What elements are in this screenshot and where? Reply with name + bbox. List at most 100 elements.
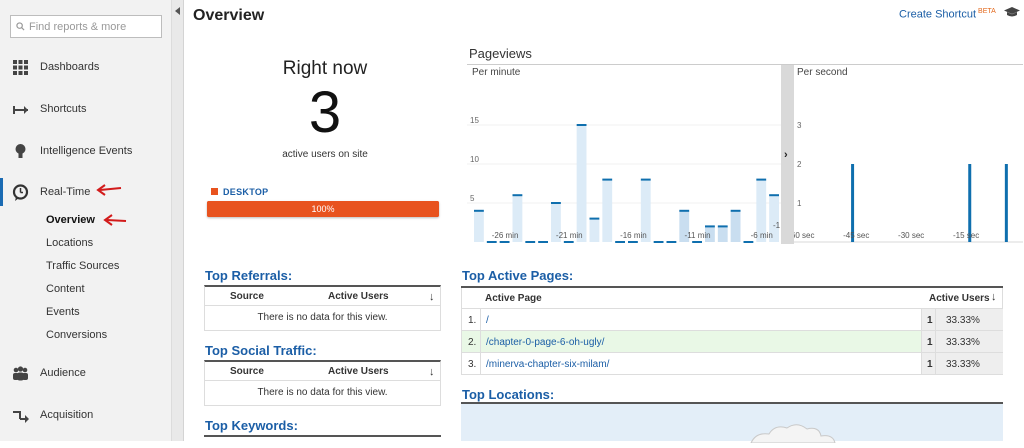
percent-cell: 33.33% [935, 353, 1003, 374]
bar[interactable] [589, 218, 600, 242]
top-active-pages-table: Active Page Active Users ↓ 1. / 1 33.33%… [461, 286, 1003, 375]
cell-divider [480, 309, 481, 330]
bar[interactable] [474, 210, 484, 242]
create-shortcut-link[interactable]: Create Shortcut BETA [899, 8, 996, 21]
device-percent-label: 100% [311, 204, 335, 214]
top-keywords-table [204, 435, 441, 441]
sort-down-icon[interactable]: ↓ [429, 291, 435, 303]
sidebar-collapse-toggle[interactable] [172, 0, 184, 441]
per-second-chart: 1 2 3 -60 sec -45 sec -30 sec -15 sec [794, 121, 1023, 243]
graduation-cap-icon[interactable] [1004, 6, 1020, 18]
top-social-title: Top Social Traffic: [205, 343, 317, 358]
x-tick-label: -16 min [620, 231, 647, 240]
y-tick-label: 15 [470, 116, 479, 125]
top-locations-title: Top Locations: [462, 387, 555, 402]
col-active-page[interactable]: Active Page [485, 293, 542, 304]
row-index: 2. [468, 337, 477, 348]
sidebar-item-acquisition[interactable]: Acquisition [0, 403, 172, 427]
active-users-cell: 1 [921, 331, 935, 352]
x-tick-label: -21 min [556, 231, 583, 240]
sidebar-item-shortcuts[interactable]: Shortcuts [0, 97, 172, 121]
sidebar-item-audience[interactable]: Audience [0, 361, 172, 385]
device-legend: DESKTOP [212, 187, 268, 197]
arrow-shortcut-icon [13, 106, 28, 114]
pageviews-title: Pageviews [469, 46, 532, 61]
bar[interactable] [717, 226, 728, 242]
grid-icon [13, 60, 28, 75]
top-referrals-title: Top Referrals: [205, 268, 293, 283]
page-link[interactable]: /minerva-chapter-six-milam/ [486, 359, 609, 370]
y-tick-label: 1 [797, 199, 802, 208]
sidebar-item-label: Acquisition [40, 409, 94, 421]
bar[interactable] [1004, 164, 1008, 242]
col-active-users[interactable]: Active Users [328, 291, 389, 302]
table-header: Active Page Active Users ↓ [461, 288, 1003, 309]
active-users-subtitle: active users on site [282, 149, 368, 160]
acquisition-arrows-icon [13, 411, 29, 423]
table-header: Source Active Users ↓ [205, 287, 440, 306]
sidebar-item-dashboards[interactable]: Dashboards [0, 55, 172, 79]
bar[interactable] [730, 210, 741, 242]
locations-map[interactable] [461, 402, 1003, 444]
percent-cell: 33.33% [935, 331, 1003, 352]
sort-down-icon[interactable]: ↓ [991, 291, 997, 303]
sidebar-item-label: Real-Time [40, 186, 91, 198]
per-second-label: Per second [797, 67, 848, 78]
sidebar-subitem-events[interactable]: Events [46, 306, 80, 318]
empty-message: There is no data for this view. [257, 312, 388, 323]
empty-message: There is no data for this view. [257, 387, 388, 398]
col-active-users[interactable]: Active Users [929, 293, 990, 304]
top-active-pages-title: Top Active Pages: [462, 268, 574, 283]
x-tick-label: -1 [773, 221, 781, 230]
sidebar-subitem-conversions[interactable]: Conversions [46, 329, 107, 341]
col-source[interactable]: Source [230, 366, 264, 377]
chevron-right-icon: › [784, 149, 788, 161]
sidebar-item-real-time[interactable]: Real-Time [0, 178, 172, 206]
device-progress-bar: 100% [207, 201, 439, 217]
sidebar-item-intelligence-events[interactable]: Intelligence Events [0, 139, 172, 163]
row-index: 1. [468, 315, 477, 326]
x-tick-label: -11 min [685, 231, 711, 240]
page-link[interactable]: / [486, 315, 489, 326]
chart-divider-toggle[interactable]: › [781, 65, 794, 244]
x-tick-label: -15 sec [953, 231, 979, 240]
sidebar: Find reports & more Dashboards Shortcuts… [0, 0, 172, 441]
active-users-cell: 1 [921, 353, 935, 374]
bar[interactable] [576, 125, 587, 242]
page-link[interactable]: /chapter-0-page-6-oh-ugly/ [486, 337, 604, 348]
sidebar-subitem-overview[interactable]: Overview [46, 214, 95, 226]
table-row: 1. / 1 33.33% [461, 309, 1003, 331]
table-header: Source Active Users ↓ [205, 362, 440, 381]
bar[interactable] [602, 179, 613, 242]
col-active-users[interactable]: Active Users [328, 366, 389, 377]
y-tick-label: 3 [797, 121, 802, 130]
sidebar-item-label: Audience [40, 367, 86, 379]
people-icon [13, 366, 28, 381]
cell-divider [480, 331, 481, 352]
sidebar-item-label: Intelligence Events [40, 145, 133, 157]
search-input[interactable]: Find reports & more [10, 15, 162, 38]
red-arrow-icon [103, 214, 127, 226]
page-title: Overview [193, 7, 265, 24]
search-placeholder: Find reports & more [29, 21, 127, 33]
table-row: 2. /chapter-0-page-6-oh-ugly/ 1 33.33% [461, 331, 1003, 353]
sidebar-item-label: Dashboards [40, 61, 100, 73]
sidebar-subitem-locations[interactable]: Locations [46, 237, 93, 249]
device-legend-label: DESKTOP [223, 187, 269, 197]
per-minute-label: Per minute [472, 67, 521, 78]
row-index: 3. [468, 359, 477, 370]
sidebar-subitem-content[interactable]: Content [46, 283, 85, 295]
active-user-count: 3 [308, 80, 342, 145]
per-minute-chart: 5 10 15 -26 min -21 min -16 min -11 min -6 min-… [467, 116, 781, 243]
create-shortcut-label: Create Shortcut [899, 8, 977, 21]
col-source[interactable]: Source [230, 291, 264, 302]
sidebar-subitem-traffic-sources[interactable]: Traffic Sources [46, 260, 119, 272]
sort-down-icon[interactable]: ↓ [429, 366, 435, 378]
lightbulb-icon [15, 144, 26, 158]
x-tick-label: -26 min [492, 231, 519, 240]
percent-cell: 33.33% [935, 309, 1003, 330]
sidebar-item-label: Shortcuts [40, 103, 87, 115]
clock-icon [12, 184, 29, 201]
map-cloud-shape [750, 424, 836, 444]
top-referrals-table: Source Active Users ↓ There is no data f… [204, 285, 441, 331]
